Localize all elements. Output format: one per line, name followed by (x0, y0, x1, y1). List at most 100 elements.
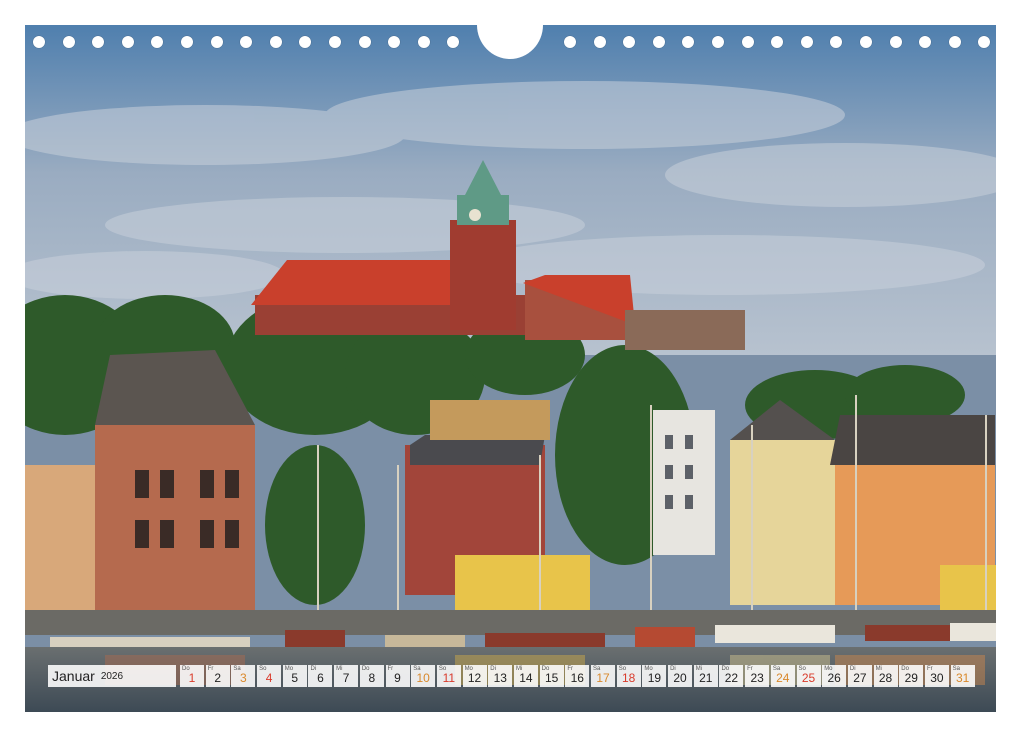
day-cell: Sa 3 (231, 665, 256, 687)
day-number: 12 (467, 671, 482, 685)
binding-hole (948, 36, 961, 48)
binding-hole (682, 36, 695, 48)
quay (25, 610, 996, 635)
day-cell: Fr 2 (205, 665, 230, 687)
binding-hole (181, 36, 193, 48)
day-cell: Sa 17 (591, 665, 615, 687)
day-number: 9 (394, 671, 401, 685)
binding-hole (860, 36, 872, 48)
day-number: 10 (416, 671, 430, 685)
day-cell: Do 29 (899, 665, 924, 687)
binding-hole (593, 36, 606, 48)
day-number: 28 (878, 671, 893, 685)
white-building (653, 410, 715, 555)
binding-hole (151, 36, 164, 48)
day-cell: Do 15 (539, 665, 564, 687)
day-number: 29 (904, 671, 918, 685)
day-cell: Sa 31 (950, 665, 975, 687)
month-name: Januar (52, 668, 95, 684)
binding-hole (417, 36, 430, 48)
binding-hole (358, 36, 371, 48)
binding-hole (712, 36, 724, 48)
day-cell: Fr 23 (745, 665, 770, 687)
day-number: 6 (317, 671, 324, 685)
day-cell: Sa 10 (411, 665, 436, 687)
day-cell: Mi 21 (693, 665, 718, 687)
binding-hole (388, 36, 401, 48)
day-number: 7 (342, 671, 350, 685)
binding-hole (62, 36, 75, 48)
orange-building (830, 415, 996, 615)
day-number: 3 (240, 671, 247, 685)
day-number: 31 (955, 671, 970, 685)
binding-hole (92, 36, 105, 48)
day-cell: So 18 (616, 665, 641, 687)
day-number: 8 (368, 671, 376, 685)
calendar-strip: Januar 2026 Do 1 Fr 2 Sa 3 So 4 Mo 5 Di 6 Mi 7 Do 8 Fr 9 S… (48, 665, 976, 687)
binding-hole (623, 36, 636, 48)
binding-hole (978, 36, 991, 48)
binding-hole (240, 36, 253, 48)
day-cell: Fr 16 (565, 665, 590, 687)
day-number: 5 (291, 671, 299, 685)
day-number: 14 (519, 671, 533, 685)
day-cell: Mo 26 (822, 665, 847, 687)
day-number: 18 (622, 671, 636, 685)
binding-hole (33, 36, 45, 48)
binding-hole (121, 36, 134, 48)
day-number: 23 (750, 671, 764, 685)
day-number: 22 (724, 671, 739, 685)
day-cell: So 11 (436, 665, 461, 687)
day-number: 17 (596, 671, 610, 685)
day-cell: Fr 30 (924, 665, 949, 687)
day-cell: Do 1 (180, 665, 204, 687)
day-cells: Do 1 Fr 2 Sa 3 So 4 Mo 5 Di 6 Mi 7 Do 8 Fr 9 Sa 10 So 11 Mo 12 D… (180, 665, 976, 687)
binding-hole (741, 36, 754, 48)
day-cell: Sa 24 (770, 665, 795, 687)
day-cell: Mo 5 (282, 665, 307, 687)
day-number: 15 (544, 671, 559, 685)
day-cell: Mo 12 (462, 665, 487, 687)
binding-hole (919, 36, 932, 48)
month-year: 2026 (100, 670, 124, 682)
day-number: 2 (214, 671, 222, 685)
day-number: 19 (647, 671, 662, 685)
day-cell: Di 27 (847, 665, 872, 687)
harbor-illustration (25, 25, 996, 712)
binding-hole (210, 36, 223, 48)
day-number: 20 (673, 671, 687, 685)
day-cell: Do 22 (719, 665, 744, 687)
day-number: 24 (776, 671, 790, 685)
yellow-building (730, 400, 835, 605)
day-number: 26 (827, 671, 841, 685)
day-number: 16 (570, 671, 584, 685)
binding-hole (830, 36, 843, 48)
day-number: 25 (801, 671, 816, 685)
day-cell: Do 8 (359, 665, 384, 687)
binding-hole (800, 36, 813, 48)
calendar-page: Januar 2026 Do 1 Fr 2 Sa 3 So 4 Mo 5 Di 6 Mi 7 Do 8 Fr 9 S… (0, 0, 1020, 735)
binding-hole (889, 36, 902, 48)
day-cell: Mi 28 (873, 665, 898, 687)
day-cell: So 4 (257, 665, 282, 687)
binding-hole (652, 36, 665, 48)
day-number: 11 (442, 671, 456, 685)
day-cell: Mo 19 (642, 665, 667, 687)
day-number: 13 (493, 671, 507, 685)
day-cell: Di 13 (488, 665, 513, 687)
day-number: 1 (188, 671, 196, 685)
day-number: 4 (265, 671, 273, 685)
day-cell: Mi 14 (513, 665, 538, 687)
binding-hole (771, 36, 784, 48)
day-cell: Fr 9 (385, 665, 410, 687)
day-cell: Mi 7 (334, 665, 359, 687)
month-label: Januar 2026 (48, 665, 176, 687)
harbor-photo (25, 25, 996, 712)
binding-hole (299, 36, 312, 48)
day-number: 21 (699, 671, 713, 685)
binding-hole (447, 36, 460, 48)
day-number: 27 (853, 671, 867, 685)
day-cell: Di 20 (668, 665, 693, 687)
binding-hole (564, 36, 576, 48)
day-cell: Di 6 (308, 665, 333, 687)
